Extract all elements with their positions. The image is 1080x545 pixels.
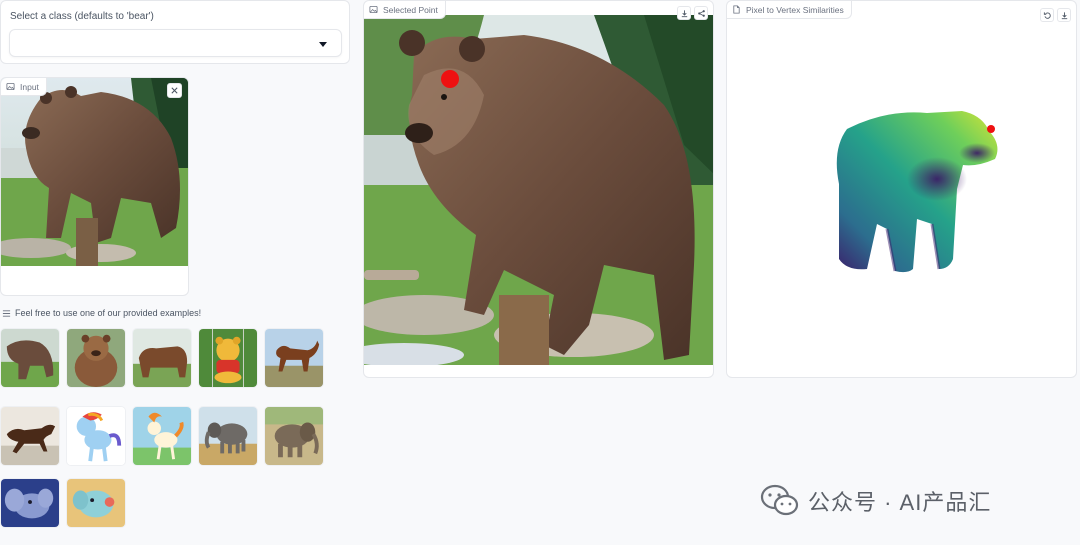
class-dropdown[interactable] [9, 29, 342, 57]
dumbo-example-image [1, 479, 59, 527]
bear-example-3-image [133, 329, 191, 387]
example-elephant-1[interactable] [198, 406, 258, 466]
undo-icon [1043, 11, 1051, 19]
example-bear-2[interactable] [66, 328, 126, 388]
selected-point-block-label: Selected Point [364, 1, 446, 19]
wechat-icon [760, 484, 799, 516]
download-icon [1061, 11, 1067, 19]
download-button[interactable] [1057, 8, 1071, 22]
selected-point-bear-image[interactable] [364, 15, 714, 365]
example-elephant-toy[interactable] [66, 478, 126, 528]
input-image-panel[interactable]: Input [0, 77, 189, 296]
wechat-watermark: 公众号 · AI产品汇 [760, 484, 991, 518]
image-icon [369, 5, 378, 14]
examples-header: Feel free to use one of our provided exa… [2, 308, 201, 318]
example-bear-3[interactable] [132, 328, 192, 388]
example-horse-2[interactable] [0, 406, 60, 466]
example-pooh[interactable] [198, 328, 258, 388]
class-selector-panel: Select a class (defaults to 'bear') [0, 0, 350, 64]
similarities-label-text: Pixel to Vertex Similarities [746, 4, 844, 15]
share-icon [697, 9, 705, 17]
example-dumbo[interactable] [0, 478, 60, 528]
similarities-block-label: Pixel to Vertex Similarities [727, 1, 852, 19]
example-bear-1[interactable] [0, 328, 60, 388]
example-elephant-2[interactable] [264, 406, 324, 466]
elephant-example-2-image [265, 407, 323, 465]
bear-3d-similarity-render[interactable] [727, 19, 1077, 369]
download-icon [681, 9, 687, 17]
ponyta-example-image [133, 407, 191, 465]
clear-image-button[interactable] [167, 83, 182, 98]
example-pony[interactable] [66, 406, 126, 466]
selected-point-marker [441, 70, 459, 88]
input-bear-image [1, 78, 188, 266]
pony-example-image [67, 407, 125, 465]
elephant-toy-example-image [67, 479, 125, 527]
input-label-text: Input [20, 81, 39, 92]
bear-example-2-image [67, 329, 125, 387]
class-selector-label: Select a class (defaults to 'bear') [10, 11, 154, 22]
examples-header-text: Feel free to use one of our provided exa… [15, 308, 202, 318]
share-button[interactable] [694, 6, 708, 20]
elephant-example-1-image [199, 407, 257, 465]
winnie-the-pooh-example-image [199, 329, 257, 387]
chevron-down-icon[interactable] [319, 42, 327, 47]
file-icon [733, 5, 740, 14]
close-icon [171, 87, 178, 94]
download-button[interactable] [677, 6, 691, 20]
horse-example-2-image [1, 407, 59, 465]
list-icon [2, 309, 11, 317]
horse-example-1-image [265, 329, 323, 387]
undo-button[interactable] [1040, 8, 1054, 22]
selected-point-label-text: Selected Point [383, 4, 438, 15]
example-ponyta[interactable] [132, 406, 192, 466]
bear-example-1-image [1, 329, 59, 387]
example-horse-1[interactable] [264, 328, 324, 388]
watermark-text: 公众号 · AI产品汇 [808, 490, 992, 515]
selected-point-panel: Selected Point [363, 0, 714, 378]
image-icon [6, 82, 15, 91]
input-block-label: Input [1, 78, 47, 96]
vertex-similarities-panel: Pixel to Vertex Similarities [726, 0, 1077, 378]
